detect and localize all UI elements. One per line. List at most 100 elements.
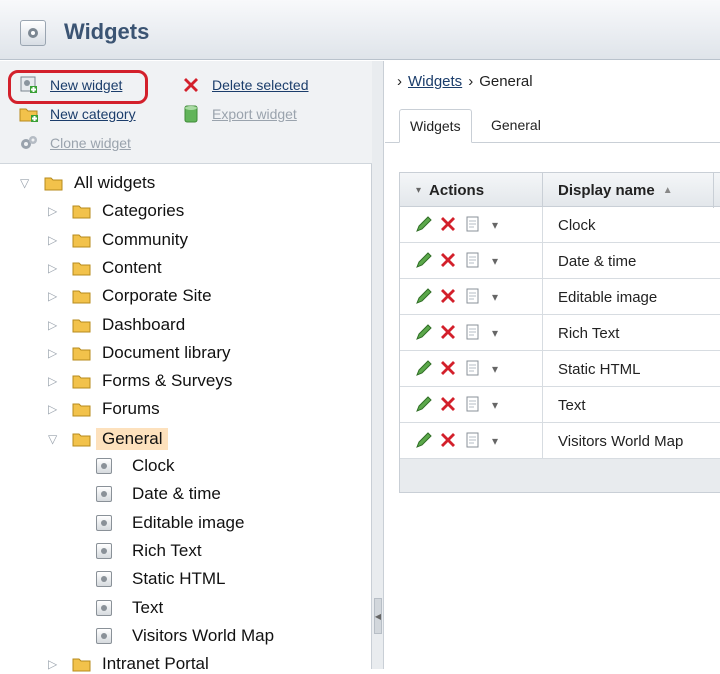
new-category-action[interactable]: New category xyxy=(18,104,136,124)
more-actions-dropdown-icon[interactable]: ▾ xyxy=(492,398,498,412)
tree-category-general[interactable]: ▽ General xyxy=(48,428,169,450)
folder-icon xyxy=(72,234,91,247)
clone-document-icon[interactable] xyxy=(462,394,482,417)
expand-icon[interactable]: ▷ xyxy=(48,289,60,303)
tree-category[interactable]: ▷ Forms & Surveys xyxy=(48,371,232,391)
row-actions: ▾ xyxy=(400,207,543,243)
actions-header[interactable]: ▾ Actions xyxy=(400,173,543,208)
widget-icon xyxy=(96,458,112,474)
tree-root[interactable]: ▽ All widgets xyxy=(20,173,155,193)
more-actions-dropdown-icon[interactable]: ▾ xyxy=(492,362,498,376)
clone-document-icon[interactable] xyxy=(462,430,482,453)
edit-pencil-icon[interactable] xyxy=(414,394,434,417)
edit-pencil-icon[interactable] xyxy=(414,322,434,345)
delete-icon[interactable] xyxy=(438,214,458,237)
breadcrumb-arrow-icon: › xyxy=(468,73,474,90)
delete-icon[interactable] xyxy=(438,430,458,453)
panel-splitter[interactable]: ◀ xyxy=(372,61,384,669)
tree-widget[interactable]: Date & time xyxy=(96,484,221,504)
clone-widget-link[interactable]: Clone widget xyxy=(50,135,131,151)
clone-document-icon[interactable] xyxy=(462,214,482,237)
tree-category[interactable]: ▷ Intranet Portal xyxy=(48,654,209,674)
clone-widget-action[interactable]: Clone widget xyxy=(18,133,131,153)
breadcrumb-arrow-icon: › xyxy=(397,73,402,90)
delete-icon[interactable] xyxy=(438,286,458,309)
delete-icon[interactable] xyxy=(438,322,458,345)
breadcrumb-widgets-link[interactable]: Widgets xyxy=(408,73,462,90)
edit-pencil-icon[interactable] xyxy=(414,286,434,309)
edit-pencil-icon[interactable] xyxy=(414,214,434,237)
expand-icon[interactable]: ▷ xyxy=(48,261,60,275)
tree-category[interactable]: ▷ Corporate Site xyxy=(48,286,212,306)
expand-icon[interactable]: ▷ xyxy=(48,402,60,416)
expand-icon[interactable]: ▷ xyxy=(48,204,60,218)
widget-icon xyxy=(96,628,112,644)
expand-icon[interactable]: ▷ xyxy=(48,346,60,360)
edit-pencil-icon[interactable] xyxy=(414,430,434,453)
more-actions-dropdown-icon[interactable]: ▾ xyxy=(492,254,498,268)
folder-icon xyxy=(72,375,91,388)
tree-widget[interactable]: Static HTML xyxy=(96,569,226,589)
collapse-icon[interactable]: ▽ xyxy=(48,432,60,446)
edit-pencil-icon[interactable] xyxy=(414,250,434,273)
edit-pencil-icon[interactable] xyxy=(414,358,434,381)
delete-icon[interactable] xyxy=(438,250,458,273)
folder-icon xyxy=(72,205,91,218)
tree-widget[interactable]: Clock xyxy=(96,456,175,476)
row-actions: ▾ xyxy=(400,243,543,279)
tab-widgets[interactable]: Widgets xyxy=(399,109,472,143)
table-row: ▾ Visitors World Map xyxy=(400,423,720,459)
page-title: Widgets xyxy=(64,19,150,44)
display-name-cell: Rich Text xyxy=(558,324,620,342)
new-widget-action[interactable]: New widget xyxy=(18,75,122,95)
tree-widget[interactable]: Text xyxy=(96,598,163,618)
more-actions-dropdown-icon[interactable]: ▾ xyxy=(492,434,498,448)
tree-category[interactable]: ▷ Community xyxy=(48,230,188,250)
tree-category[interactable]: ▷ Document library xyxy=(48,343,231,363)
export-widget-link[interactable]: Export widget xyxy=(212,106,297,122)
delete-selected-action[interactable]: Delete selected xyxy=(180,75,309,95)
delete-icon[interactable] xyxy=(438,394,458,417)
export-icon xyxy=(180,104,202,124)
tab-bar: Widgets General xyxy=(385,103,720,143)
export-widget-action[interactable]: Export widget xyxy=(180,104,297,124)
new-category-link[interactable]: New category xyxy=(50,106,136,122)
tree-category[interactable]: ▷ Forums xyxy=(48,399,160,419)
chevron-down-icon: ▾ xyxy=(416,185,422,196)
tree-widget[interactable]: Editable image xyxy=(96,513,244,533)
clone-document-icon[interactable] xyxy=(462,358,482,381)
table-row: ▾ Editable image xyxy=(400,279,720,315)
folder-icon xyxy=(72,319,91,332)
delete-icon xyxy=(180,75,202,95)
delete-selected-link[interactable]: Delete selected xyxy=(212,77,309,93)
breadcrumb: › Widgets › General xyxy=(397,73,533,90)
tab-general[interactable]: General xyxy=(481,109,551,143)
expand-icon[interactable]: ▷ xyxy=(48,233,60,247)
clone-document-icon[interactable] xyxy=(462,322,482,345)
new-widget-link[interactable]: New widget xyxy=(50,77,122,93)
expand-icon[interactable]: ▷ xyxy=(48,318,60,332)
row-actions: ▾ xyxy=(400,423,543,459)
folder-icon xyxy=(72,658,91,671)
tree-category[interactable]: ▷ Content xyxy=(48,258,162,278)
folder-icon xyxy=(72,290,91,303)
more-actions-dropdown-icon[interactable]: ▾ xyxy=(492,326,498,340)
row-actions: ▾ xyxy=(400,387,543,423)
widget-icon xyxy=(96,515,112,531)
clone-gears-icon xyxy=(18,133,40,153)
collapse-icon[interactable]: ▽ xyxy=(20,176,32,190)
tree-category[interactable]: ▷ Dashboard xyxy=(48,315,185,335)
collapse-left-panel-icon[interactable]: ◀ xyxy=(374,598,382,634)
expand-icon[interactable]: ▷ xyxy=(48,374,60,388)
tree-widget[interactable]: Rich Text xyxy=(96,541,202,561)
more-actions-dropdown-icon[interactable]: ▾ xyxy=(492,290,498,304)
display-name-header[interactable]: Display name ▲ xyxy=(544,173,714,208)
more-actions-dropdown-icon[interactable]: ▾ xyxy=(492,218,498,232)
tree-widget[interactable]: Visitors World Map xyxy=(96,626,274,646)
delete-icon[interactable] xyxy=(438,358,458,381)
clone-document-icon[interactable] xyxy=(462,286,482,309)
table-row: ▾ Date & time xyxy=(400,243,720,279)
new-category-folder-icon xyxy=(18,104,40,124)
tree-category[interactable]: ▷ Categories xyxy=(48,201,184,221)
clone-document-icon[interactable] xyxy=(462,250,482,273)
